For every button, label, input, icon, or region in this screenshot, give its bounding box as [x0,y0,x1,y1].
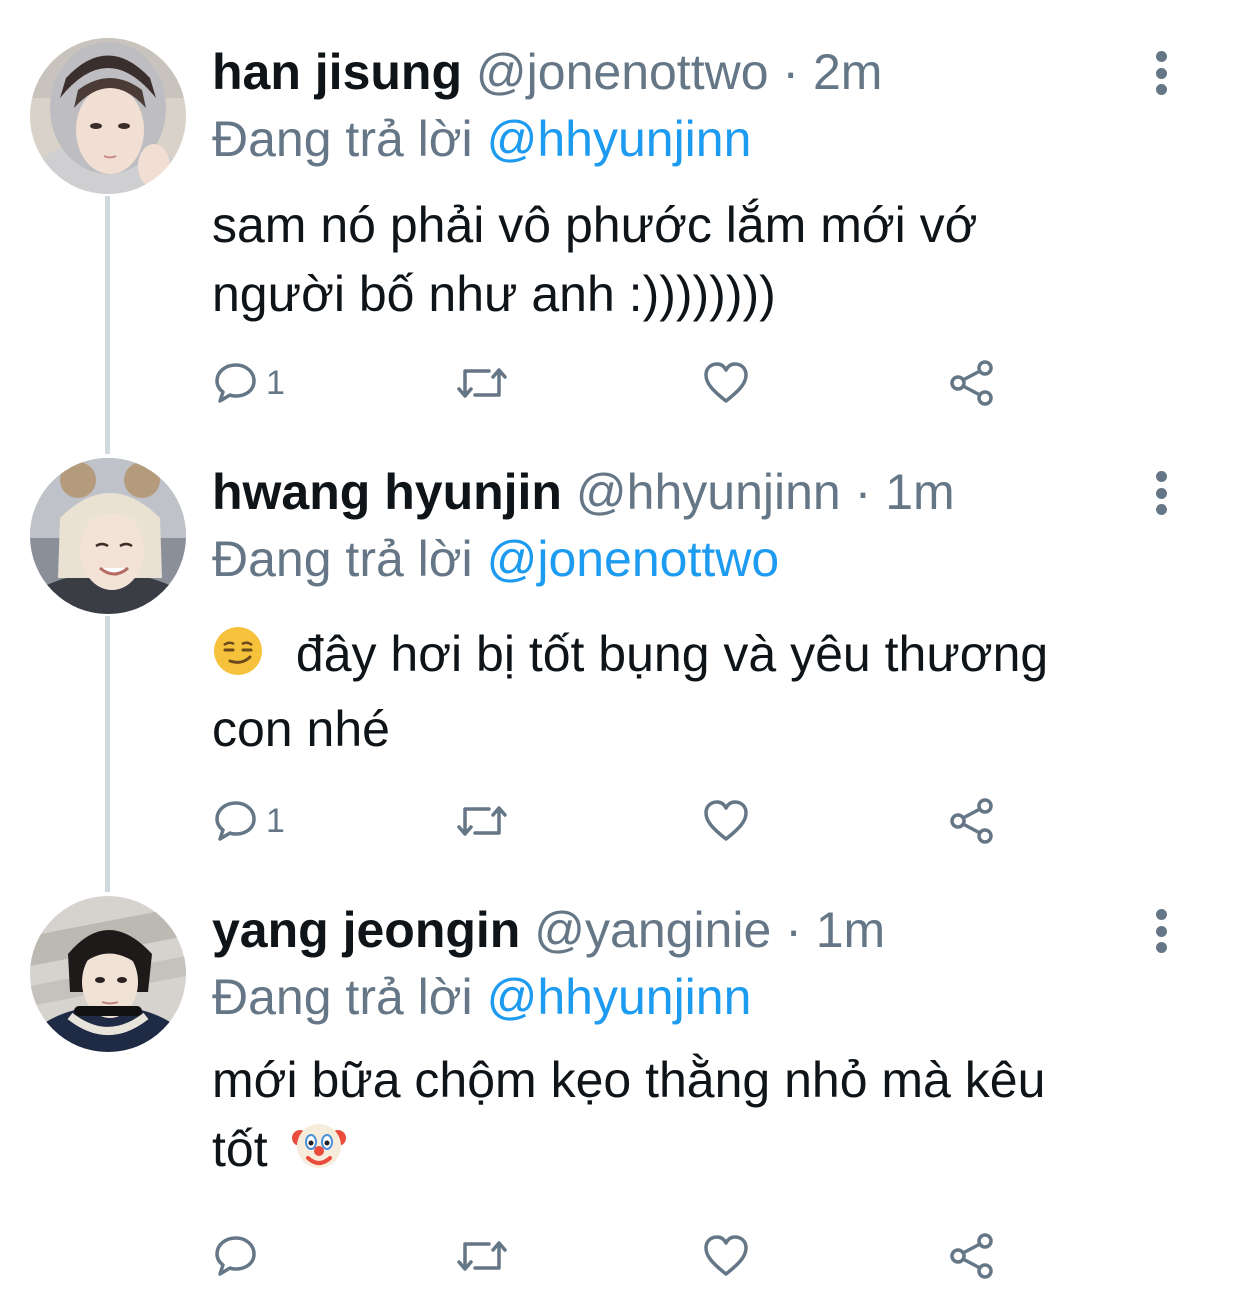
share-icon [950,1233,993,1279]
reply-icon [215,1236,256,1276]
display-name[interactable]: yang jeongin [212,902,520,958]
retweet-button[interactable] [455,796,509,846]
tweet-text-line-2-text: tốt [212,1121,268,1177]
heart-icon [704,1235,748,1276]
tweet-header: hwang hyunjin @hhyunjinn · 1m [212,458,955,526]
replying-to-handle[interactable]: @jonenottwo [487,531,780,587]
replying-to-handle[interactable]: @hhyunjinn [487,111,752,167]
username[interactable]: @yanginie [534,902,771,958]
avatar[interactable] [30,458,186,614]
display-name[interactable]: hwang hyunjin [212,464,562,520]
avatar[interactable] [30,38,186,194]
action-bar: 1 [212,358,1012,408]
heart-icon [704,800,748,841]
tweet-header: yang jeongin @yanginie · 1m [212,896,885,964]
action-bar [212,1231,1012,1281]
replying-to: Đang trả lời @hhyunjinn [212,105,751,173]
tweet[interactable]: yang jeongin @yanginie · 1m Đang trả lời… [0,896,1242,1292]
timestamp[interactable]: 1m [885,464,954,520]
reply-button[interactable]: 1 [212,358,285,408]
separator-dot: · [782,44,800,100]
clown-emoji [291,1118,346,1190]
reply-button[interactable] [212,1231,266,1281]
share-button[interactable] [947,358,997,408]
action-bar: 1 [212,796,1012,846]
reply-button[interactable]: 1 [212,796,285,846]
username[interactable]: @hhyunjinn [576,464,841,520]
reply-icon [215,363,256,403]
display-name[interactable]: han jisung [212,44,462,100]
replying-to-label: Đang trả lời [212,969,473,1025]
tweet-text-line-2: tốt [212,1115,1202,1190]
replying-to-label: Đang trả lời [212,531,473,587]
replying-to-label: Đang trả lời [212,111,473,167]
separator-dot: · [854,464,872,520]
reply-count: 1 [266,363,285,402]
reply-icon [215,801,256,841]
reply-count: 1 [266,801,285,840]
tweet[interactable]: hwang hyunjin @hhyunjinn · 1m Đang trả l… [0,458,1242,858]
tweet-text-line: đây hơi bị tốt bụng và yêu thương [212,620,1202,695]
share-button[interactable] [947,1231,997,1281]
retweet-button[interactable] [455,358,509,408]
username[interactable]: @jonenottwo [476,44,769,100]
share-icon [950,360,993,406]
avatar[interactable] [30,896,186,1052]
like-button[interactable] [702,796,750,846]
tweet-text-line: người bố như anh :)))))))) [212,266,776,322]
tweet-text: sam nó phải vô phước lắm mới vớ người bố… [212,191,1202,329]
tweet[interactable]: han jisung @jonenottwo · 2m Đang trả lời… [0,38,1242,418]
tweet-text-line: mới bữa chộm kẹo thằng nhỏ mà kêu [212,1052,1046,1108]
timestamp[interactable]: 2m [813,44,882,100]
heart-icon [704,362,748,403]
retweet-icon [457,806,507,836]
more-options-icon[interactable] [1147,909,1175,953]
separator-dot: · [785,902,802,958]
tweet-text: mới bữa chộm kẹo thằng nhỏ mà kêu tốt [212,1046,1202,1190]
retweet-icon [457,1241,507,1271]
tweet-text-line: sam nó phải vô phước lắm mới vớ [212,197,978,253]
tweet-text-line: con nhé [212,701,390,757]
smirk-emoji [212,625,264,695]
retweet-icon [457,368,507,398]
timestamp[interactable]: 1m [816,902,885,958]
more-options-icon[interactable] [1147,51,1175,95]
share-button[interactable] [947,796,997,846]
replying-to: Đang trả lời @hhyunjinn [212,963,751,1031]
replying-to-handle[interactable]: @hhyunjinn [487,969,752,1025]
tweet-text: đây hơi bị tốt bụng và yêu thương con nh… [212,620,1202,764]
share-icon [950,798,993,844]
like-button[interactable] [702,1231,750,1281]
tweet-text-line-1: đây hơi bị tốt bụng và yêu thương [295,626,1049,682]
more-options-icon[interactable] [1147,471,1175,515]
like-button[interactable] [702,358,750,408]
tweet-header: han jisung @jonenottwo · 2m [212,38,882,106]
replying-to: Đang trả lời @jonenottwo [212,525,779,593]
retweet-button[interactable] [455,1231,509,1281]
